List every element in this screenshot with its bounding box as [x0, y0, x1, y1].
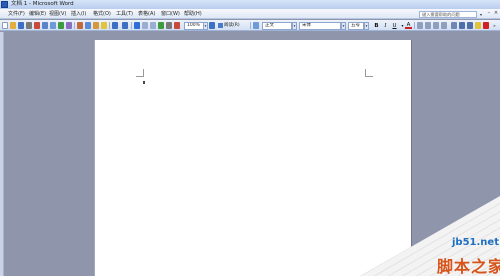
line-spacing-icon[interactable]: [451, 22, 457, 29]
styles-pane-icon[interactable]: [253, 22, 259, 29]
new-document-icon[interactable]: [2, 22, 8, 29]
research-icon[interactable]: [66, 22, 72, 29]
cut-icon[interactable]: [77, 22, 83, 29]
word-app-icon[interactable]: [1, 1, 8, 8]
justify-icon[interactable]: [441, 22, 447, 29]
columns-icon[interactable]: [166, 22, 172, 29]
numbering-icon[interactable]: [459, 22, 465, 29]
window-title: 文档 1 - Microsoft Word: [11, 1, 74, 7]
font-color-button[interactable]: A: [405, 22, 412, 29]
text-cursor: [143, 81, 145, 84]
margin-corner-top-left: [136, 69, 144, 77]
spelling-icon[interactable]: [58, 22, 64, 29]
font-size-select[interactable]: 五号: [348, 21, 364, 30]
insert-table-icon[interactable]: [150, 22, 156, 29]
toolbar-separator: [250, 22, 251, 29]
toolbar-separator: [414, 22, 415, 29]
zoom-select[interactable]: 100%: [184, 21, 204, 30]
margin-corner-top-right: [365, 69, 373, 77]
watermark-site: jb51.net: [452, 237, 499, 248]
align-center-icon[interactable]: [425, 22, 431, 29]
help-search-input[interactable]: 键入需要帮助的问题: [419, 10, 477, 18]
bullets-icon[interactable]: [467, 22, 473, 29]
toolbar-options-icon[interactable]: »: [491, 22, 498, 30]
menu-view[interactable]: 视图(V): [49, 9, 66, 19]
italic-button[interactable]: I: [382, 22, 389, 30]
help-dropdown-icon[interactable]: ▾: [478, 11, 484, 18]
menu-table[interactable]: 表格(A): [138, 9, 155, 19]
redo-icon[interactable]: [122, 22, 128, 29]
menu-format[interactable]: 格式(O): [93, 9, 111, 19]
font-dropdown-icon[interactable]: ▾: [341, 21, 346, 30]
print-preview-icon[interactable]: [50, 22, 56, 29]
doc-close-icon[interactable]: ×: [493, 10, 499, 17]
align-left-icon[interactable]: [417, 22, 423, 29]
paste-icon[interactable]: [93, 22, 99, 29]
style-dropdown-icon[interactable]: ▾: [292, 21, 297, 30]
font-select[interactable]: 宋体: [299, 21, 341, 30]
style-select[interactable]: 正文: [262, 21, 292, 30]
read-mode-icon: [218, 23, 223, 28]
format-painter-icon[interactable]: [101, 22, 107, 29]
formatting-toolbar: 100% ▾ 阅读(R) 正文 ▾ 宋体 ▾ 五号 ▾ B I U ▾ A »: [0, 20, 500, 31]
align-right-icon[interactable]: [433, 22, 439, 29]
copy-icon[interactable]: [85, 22, 91, 29]
menu-help[interactable]: 帮助(H): [184, 9, 202, 19]
menu-edit[interactable]: 编辑(E): [29, 9, 46, 19]
menu-bar: 文件(F) 编辑(E) 视图(V) 插入(I) 格式(O) 工具(T) 表格(A…: [0, 9, 500, 19]
underline-button[interactable]: U: [391, 22, 398, 30]
highlight-icon[interactable]: [475, 22, 481, 29]
menu-insert[interactable]: 插入(I): [71, 9, 86, 19]
title-bar: 文档 1 - Microsoft Word: [0, 0, 500, 9]
menu-window[interactable]: 窗口(W): [161, 9, 180, 19]
zoom-dropdown-icon[interactable]: ▾: [203, 21, 208, 30]
menu-file[interactable]: 文件(F): [8, 9, 25, 19]
save-icon[interactable]: [18, 22, 24, 29]
open-folder-icon[interactable]: [10, 22, 16, 29]
toolbar-separator: [109, 22, 110, 29]
tables-borders-icon[interactable]: [142, 22, 148, 29]
toolbar-separator: [131, 22, 132, 29]
toolbar-separator: [74, 22, 75, 29]
help-icon[interactable]: [209, 22, 215, 29]
watermark-name: 脚本之家: [437, 257, 500, 276]
drawing-icon[interactable]: [174, 22, 180, 29]
hyperlink-icon[interactable]: [134, 22, 140, 29]
print-icon[interactable]: [42, 22, 48, 29]
permission-icon[interactable]: [26, 22, 32, 29]
font-color-icon[interactable]: [483, 22, 489, 29]
undo-icon[interactable]: [112, 22, 118, 29]
email-icon[interactable]: [34, 22, 40, 29]
doc-minimize-icon[interactable]: –: [486, 10, 492, 17]
font-size-dropdown-icon[interactable]: ▾: [364, 21, 369, 30]
insert-excel-icon[interactable]: [158, 22, 164, 29]
bold-button[interactable]: B: [373, 22, 380, 30]
menu-tools[interactable]: 工具(T): [116, 9, 133, 19]
read-mode-label: 阅读(R): [224, 22, 240, 28]
vertical-ruler: [0, 32, 4, 276]
read-mode-button[interactable]: 阅读(R): [217, 22, 247, 30]
